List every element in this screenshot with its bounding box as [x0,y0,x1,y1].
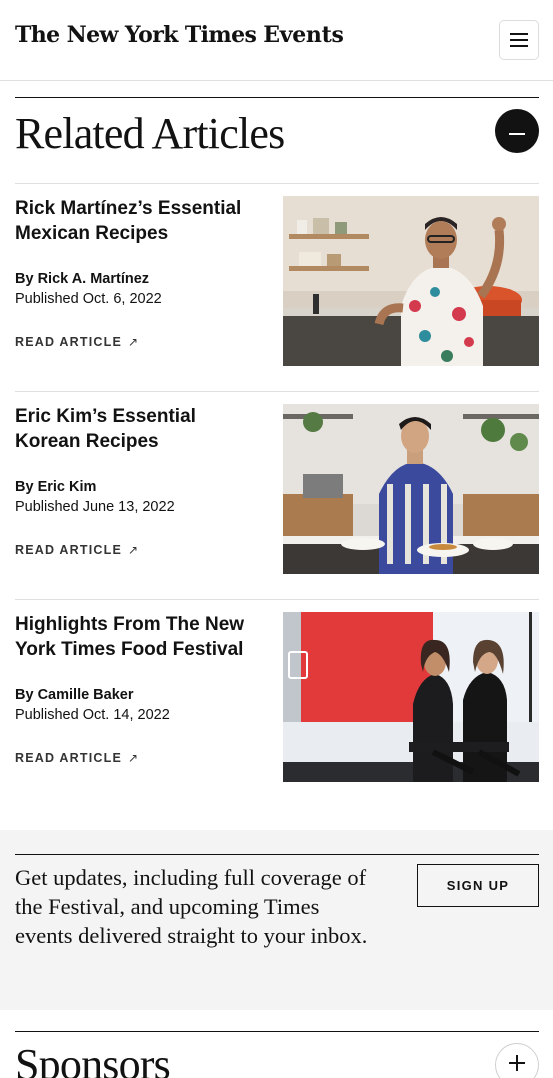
section-rule [15,1031,539,1032]
read-article-link[interactable]: READ ARTICLE ↗ [15,335,139,349]
newsletter-signup-panel: Get updates, including full coverage of … [0,830,553,1010]
byline-prefix: By [15,479,38,495]
newsletter-description: Get updates, including full coverage of … [15,865,368,948]
site-logo[interactable]: The New York Times Events [15,22,344,54]
divider [15,391,539,392]
byline-prefix: By [15,271,38,287]
read-article-link[interactable]: READ ARTICLE ↗ [15,751,139,765]
article-date: Published Oct. 6, 2022 [15,291,162,307]
site-header: The New York Times Events [0,0,553,81]
article-author: Eric Kim [37,479,97,495]
read-article-label: READ ARTICLE [15,335,122,349]
expand-sponsors-button[interactable] [495,1043,539,1078]
section-rule [15,97,539,98]
festival-stage-photo [283,612,539,782]
read-article-link[interactable]: READ ARTICLE ↗ [15,543,139,557]
article-date: Published June 13, 2022 [15,499,175,515]
sponsors-heading: Sponsors [15,1040,171,1078]
article-author: Rick A. Martínez [37,271,150,287]
article-title[interactable]: Eric Kim’s Essential Korean Recipes [15,404,265,454]
article-byline: By Eric Kim [15,477,275,497]
read-article-label: READ ARTICLE [15,543,122,557]
read-article-label: READ ARTICLE [15,751,122,765]
sign-up-button[interactable]: SIGN UP [417,864,539,907]
article-author: Camille Baker [37,687,134,703]
arrow-up-right-icon: ↗ [128,751,140,765]
article-card: Rick Martínez’s Essential Mexican Recipe… [15,196,539,368]
chef-in-kitchen-photo [283,196,539,366]
related-articles-heading: Related Articles [15,109,285,158]
article-byline: By Camille Baker [15,685,275,705]
article-title[interactable]: Highlights From The New York Times Food … [15,612,265,662]
logo-events-wordmark: Events [263,22,344,48]
article-card: Highlights From The New York Times Food … [15,612,539,784]
divider [15,599,539,600]
divider [15,183,539,184]
hamburger-menu-icon [510,33,528,47]
article-title[interactable]: Rick Martínez’s Essential Mexican Recipe… [15,196,265,246]
newsletter-rule [15,854,539,855]
arrow-up-right-icon: ↗ [128,543,140,557]
collapse-related-button[interactable] [495,109,539,153]
article-byline: By Rick A. Martínez [15,269,275,289]
article-date: Published Oct. 14, 2022 [15,707,170,723]
plus-icon [509,1054,525,1076]
arrow-up-right-icon: ↗ [128,335,140,349]
article-image[interactable] [283,612,539,782]
article-image[interactable] [283,196,539,366]
byline-prefix: By [15,687,38,703]
article-image[interactable] [283,404,539,574]
article-card: Eric Kim’s Essential Korean Recipes By E… [15,404,539,576]
menu-button[interactable] [499,20,539,60]
cook-plating-food-photo [283,404,539,574]
logo-nyt-wordmark: The New York Times [15,22,257,48]
minus-icon [509,122,525,140]
